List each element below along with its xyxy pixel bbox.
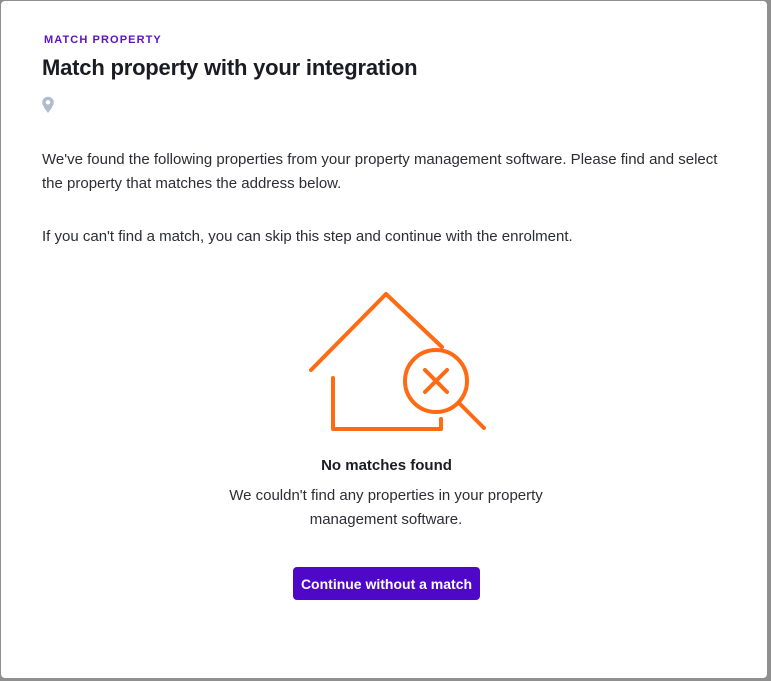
empty-state-description: We couldn't find any properties in your … [229, 487, 543, 528]
match-property-dialog: MATCH PROPERTY Match property with your … [1, 1, 767, 678]
skip-text: If you can't find a match, you can skip … [42, 228, 573, 245]
house-search-no-results-icon [309, 292, 486, 431]
empty-state-title: No matches found [321, 457, 452, 474]
continue-without-match-button[interactable]: Continue without a match [293, 567, 480, 600]
dialog-title: Match property with your integration [42, 55, 418, 80]
intro-text: We've found the following properties fro… [42, 151, 718, 192]
map-pin-icon [42, 96, 54, 113]
dialog-eyebrow: MATCH PROPERTY [44, 34, 162, 46]
